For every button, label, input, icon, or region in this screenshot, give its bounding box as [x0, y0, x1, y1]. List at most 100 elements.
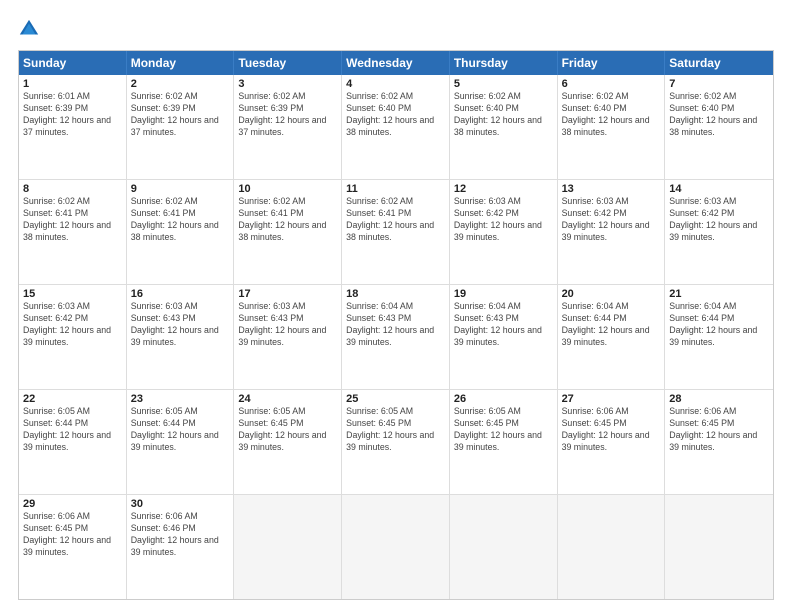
empty-cell-w4-d3: [342, 495, 450, 599]
day-info-15: Sunrise: 6:03 AMSunset: 6:42 PMDaylight:…: [23, 301, 122, 349]
header-area: [18, 18, 774, 40]
day-info-25: Sunrise: 6:05 AMSunset: 6:45 PMDaylight:…: [346, 406, 445, 454]
day-number-13: 13: [562, 183, 661, 195]
day-info-6: Sunrise: 6:02 AMSunset: 6:40 PMDaylight:…: [562, 91, 661, 139]
day-number-27: 27: [562, 393, 661, 405]
week-row-5: 29Sunrise: 6:06 AMSunset: 6:45 PMDayligh…: [19, 494, 773, 599]
day-info-27: Sunrise: 6:06 AMSunset: 6:45 PMDaylight:…: [562, 406, 661, 454]
day-number-14: 14: [669, 183, 769, 195]
day-cell-29: 29Sunrise: 6:06 AMSunset: 6:45 PMDayligh…: [19, 495, 127, 599]
header-sunday: Sunday: [19, 51, 127, 75]
day-info-24: Sunrise: 6:05 AMSunset: 6:45 PMDaylight:…: [238, 406, 337, 454]
day-number-22: 22: [23, 393, 122, 405]
day-number-12: 12: [454, 183, 553, 195]
day-cell-2: 2Sunrise: 6:02 AMSunset: 6:39 PMDaylight…: [127, 75, 235, 179]
day-cell-9: 9Sunrise: 6:02 AMSunset: 6:41 PMDaylight…: [127, 180, 235, 284]
day-cell-5: 5Sunrise: 6:02 AMSunset: 6:40 PMDaylight…: [450, 75, 558, 179]
day-info-23: Sunrise: 6:05 AMSunset: 6:44 PMDaylight:…: [131, 406, 230, 454]
day-cell-4: 4Sunrise: 6:02 AMSunset: 6:40 PMDaylight…: [342, 75, 450, 179]
day-cell-13: 13Sunrise: 6:03 AMSunset: 6:42 PMDayligh…: [558, 180, 666, 284]
day-number-9: 9: [131, 183, 230, 195]
header-tuesday: Tuesday: [234, 51, 342, 75]
day-number-24: 24: [238, 393, 337, 405]
day-cell-7: 7Sunrise: 6:02 AMSunset: 6:40 PMDaylight…: [665, 75, 773, 179]
day-cell-12: 12Sunrise: 6:03 AMSunset: 6:42 PMDayligh…: [450, 180, 558, 284]
week-row-4: 22Sunrise: 6:05 AMSunset: 6:44 PMDayligh…: [19, 389, 773, 494]
empty-cell-w4-d5: [558, 495, 666, 599]
day-info-16: Sunrise: 6:03 AMSunset: 6:43 PMDaylight:…: [131, 301, 230, 349]
week-row-1: 1Sunrise: 6:01 AMSunset: 6:39 PMDaylight…: [19, 75, 773, 179]
day-cell-21: 21Sunrise: 6:04 AMSunset: 6:44 PMDayligh…: [665, 285, 773, 389]
day-info-2: Sunrise: 6:02 AMSunset: 6:39 PMDaylight:…: [131, 91, 230, 139]
day-number-30: 30: [131, 498, 230, 510]
day-info-5: Sunrise: 6:02 AMSunset: 6:40 PMDaylight:…: [454, 91, 553, 139]
day-info-17: Sunrise: 6:03 AMSunset: 6:43 PMDaylight:…: [238, 301, 337, 349]
day-cell-25: 25Sunrise: 6:05 AMSunset: 6:45 PMDayligh…: [342, 390, 450, 494]
day-number-19: 19: [454, 288, 553, 300]
header-saturday: Saturday: [665, 51, 773, 75]
day-info-30: Sunrise: 6:06 AMSunset: 6:46 PMDaylight:…: [131, 511, 230, 559]
day-info-11: Sunrise: 6:02 AMSunset: 6:41 PMDaylight:…: [346, 196, 445, 244]
day-cell-10: 10Sunrise: 6:02 AMSunset: 6:41 PMDayligh…: [234, 180, 342, 284]
day-number-17: 17: [238, 288, 337, 300]
day-cell-24: 24Sunrise: 6:05 AMSunset: 6:45 PMDayligh…: [234, 390, 342, 494]
day-info-20: Sunrise: 6:04 AMSunset: 6:44 PMDaylight:…: [562, 301, 661, 349]
day-info-22: Sunrise: 6:05 AMSunset: 6:44 PMDaylight:…: [23, 406, 122, 454]
day-number-21: 21: [669, 288, 769, 300]
day-number-23: 23: [131, 393, 230, 405]
day-cell-26: 26Sunrise: 6:05 AMSunset: 6:45 PMDayligh…: [450, 390, 558, 494]
day-info-14: Sunrise: 6:03 AMSunset: 6:42 PMDaylight:…: [669, 196, 769, 244]
day-number-25: 25: [346, 393, 445, 405]
day-info-9: Sunrise: 6:02 AMSunset: 6:41 PMDaylight:…: [131, 196, 230, 244]
calendar-header: Sunday Monday Tuesday Wednesday Thursday…: [19, 51, 773, 75]
day-cell-23: 23Sunrise: 6:05 AMSunset: 6:44 PMDayligh…: [127, 390, 235, 494]
day-cell-14: 14Sunrise: 6:03 AMSunset: 6:42 PMDayligh…: [665, 180, 773, 284]
day-number-6: 6: [562, 78, 661, 90]
day-info-28: Sunrise: 6:06 AMSunset: 6:45 PMDaylight:…: [669, 406, 769, 454]
day-info-21: Sunrise: 6:04 AMSunset: 6:44 PMDaylight:…: [669, 301, 769, 349]
day-info-13: Sunrise: 6:03 AMSunset: 6:42 PMDaylight:…: [562, 196, 661, 244]
header-friday: Friday: [558, 51, 666, 75]
day-number-11: 11: [346, 183, 445, 195]
day-info-18: Sunrise: 6:04 AMSunset: 6:43 PMDaylight:…: [346, 301, 445, 349]
day-number-1: 1: [23, 78, 122, 90]
day-number-4: 4: [346, 78, 445, 90]
day-number-10: 10: [238, 183, 337, 195]
day-info-26: Sunrise: 6:05 AMSunset: 6:45 PMDaylight:…: [454, 406, 553, 454]
day-info-4: Sunrise: 6:02 AMSunset: 6:40 PMDaylight:…: [346, 91, 445, 139]
day-info-10: Sunrise: 6:02 AMSunset: 6:41 PMDaylight:…: [238, 196, 337, 244]
day-cell-15: 15Sunrise: 6:03 AMSunset: 6:42 PMDayligh…: [19, 285, 127, 389]
page: Sunday Monday Tuesday Wednesday Thursday…: [0, 0, 792, 612]
calendar: Sunday Monday Tuesday Wednesday Thursday…: [18, 50, 774, 600]
day-cell-27: 27Sunrise: 6:06 AMSunset: 6:45 PMDayligh…: [558, 390, 666, 494]
calendar-body: 1Sunrise: 6:01 AMSunset: 6:39 PMDaylight…: [19, 75, 773, 599]
day-number-7: 7: [669, 78, 769, 90]
day-cell-3: 3Sunrise: 6:02 AMSunset: 6:39 PMDaylight…: [234, 75, 342, 179]
day-number-5: 5: [454, 78, 553, 90]
day-info-12: Sunrise: 6:03 AMSunset: 6:42 PMDaylight:…: [454, 196, 553, 244]
day-cell-1: 1Sunrise: 6:01 AMSunset: 6:39 PMDaylight…: [19, 75, 127, 179]
week-row-2: 8 Sunrise: 6:02 AMSunset: 6:41 PMDaylight…: [19, 179, 773, 284]
day-number-8: 8: [23, 183, 122, 195]
day-cell-22: 22Sunrise: 6:05 AMSunset: 6:44 PMDayligh…: [19, 390, 127, 494]
header-wednesday: Wednesday: [342, 51, 450, 75]
empty-cell-w4-d4: [450, 495, 558, 599]
day-number-18: 18: [346, 288, 445, 300]
day-number-26: 26: [454, 393, 553, 405]
day-cell-8: 8Sunrise: 6:02 AMSunset: 6:41 PMDaylight…: [19, 180, 127, 284]
empty-cell-w4-d2: [234, 495, 342, 599]
day-cell-6: 6Sunrise: 6:02 AMSunset: 6:40 PMDaylight…: [558, 75, 666, 179]
day-cell-19: 19Sunrise: 6:04 AMSunset: 6:43 PMDayligh…: [450, 285, 558, 389]
day-number-3: 3: [238, 78, 337, 90]
day-number-20: 20: [562, 288, 661, 300]
week-row-3: 15Sunrise: 6:03 AMSunset: 6:42 PMDayligh…: [19, 284, 773, 389]
logo-icon: [18, 18, 40, 40]
day-number-2: 2: [131, 78, 230, 90]
day-number-29: 29: [23, 498, 122, 510]
logo: [18, 18, 44, 40]
header-monday: Monday: [127, 51, 235, 75]
day-info-3: Sunrise: 6:02 AMSunset: 6:39 PMDaylight:…: [238, 91, 337, 139]
day-cell-18: 18Sunrise: 6:04 AMSunset: 6:43 PMDayligh…: [342, 285, 450, 389]
empty-cell-w4-d6: [665, 495, 773, 599]
day-cell-11: 11Sunrise: 6:02 AMSunset: 6:41 PMDayligh…: [342, 180, 450, 284]
